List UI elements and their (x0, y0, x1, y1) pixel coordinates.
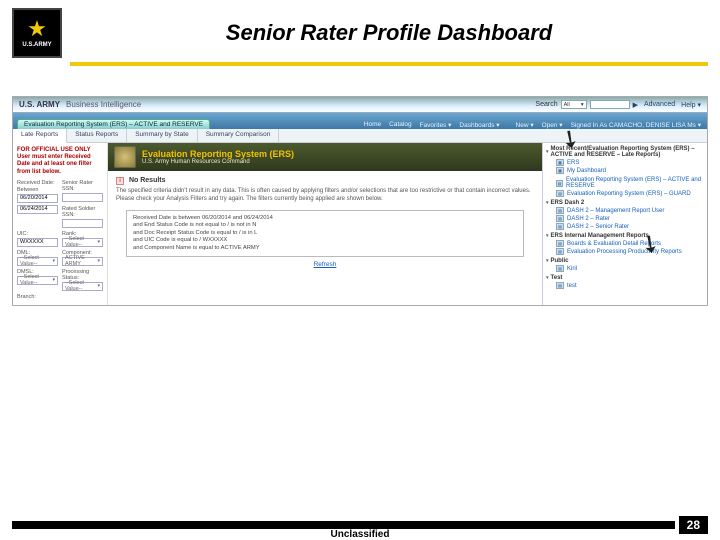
no-results: i No Results The specified criteria didn… (108, 171, 542, 274)
report-icon: ▤ (556, 282, 564, 289)
subtab-summary-state[interactable]: Summary by State (127, 129, 197, 142)
right-item-ers[interactable]: ▦ERS (546, 159, 704, 166)
dashboard-icon: ▦ (556, 167, 564, 174)
date-to[interactable] (17, 205, 58, 214)
classification: Unclassified (327, 529, 394, 540)
proc-label: Processing Status: (62, 269, 103, 281)
right-item-kiril[interactable]: ▤Kiril (546, 265, 704, 272)
ers-title: Evaluation Reporting System (ERS) (142, 149, 294, 159)
dmsl-select[interactable]: --Select Value-- (17, 276, 58, 285)
subtab-late-reports[interactable]: Late Reports (13, 129, 67, 143)
hrc-crest-icon (114, 146, 136, 168)
report-icon: ▤ (556, 180, 563, 187)
nav-open[interactable]: Open ▾ (542, 121, 563, 129)
sub-tabs: Late Reports Status Reports Summary by S… (13, 129, 707, 143)
army-logo-text: U.S.ARMY (22, 42, 51, 48)
advanced-link[interactable]: Advanced (644, 101, 675, 109)
rated-ssn-input[interactable] (62, 219, 103, 228)
title-rule (70, 62, 708, 66)
footer-bar (12, 521, 675, 529)
report-icon: ▤ (556, 265, 564, 272)
nav-dashboards[interactable]: Dashboards ▾ (459, 121, 499, 129)
branch-label: Branch: (17, 294, 103, 300)
filter-panel: FOR OFFICIAL USE ONLY User must enter Re… (13, 143, 108, 305)
search-scope[interactable]: All▾ (561, 100, 587, 109)
subtab-status-reports[interactable]: Status Reports (67, 129, 127, 142)
nav-favorites[interactable]: Favorites ▾ (420, 121, 452, 129)
bi-top-bar: U.S. ARMY Business Intelligence Search A… (13, 97, 707, 113)
search-label: Search (535, 101, 557, 108)
report-icon: ▤ (556, 240, 564, 247)
dml-select[interactable]: --Select Value-- (17, 257, 58, 266)
rated-ssn-label: Rated Soldier SSN: (62, 206, 103, 218)
filt-line: and Component Name is equal to ACTIVE AR… (133, 245, 517, 253)
nav-signedin[interactable]: Signed In As CAMACHO, DENISE LISA Ms ▾ (571, 121, 701, 129)
nav-new[interactable]: New ▾ (516, 121, 534, 129)
warning-icon: i (116, 177, 124, 185)
sr-ssn-label: Senior Rater SSN: (62, 180, 103, 192)
right-item-dash2-rater[interactable]: ▤DASH 2 – Rater (546, 215, 704, 222)
between-label: Between (17, 187, 58, 193)
right-item-mydash[interactable]: ▦My Dashboard (546, 167, 704, 174)
uic-input[interactable] (17, 238, 58, 247)
right-item-boards[interactable]: ▤Boards & Evaluation Detail Reports (546, 240, 704, 247)
right-item-productivity[interactable]: ▤Evaluation Processing Productivity Repo… (546, 248, 704, 255)
report-icon: ▤ (556, 190, 564, 197)
star-icon: ★ (27, 18, 47, 40)
bi-brand: U.S. ARMY (19, 100, 60, 109)
dash2-header[interactable]: ERS Dash 2 (546, 200, 704, 206)
filt-line: and UIC Code is equal to / WXXXXX (133, 237, 517, 245)
date-from[interactable] (17, 194, 58, 203)
no-results-title: No Results (129, 177, 166, 184)
search-go-icon[interactable]: ▶ (633, 101, 638, 109)
report-icon: ▤ (556, 207, 564, 214)
filter-hint: FOR OFFICIAL USE ONLY User must enter Re… (17, 147, 103, 176)
right-item-test[interactable]: ▤test (546, 282, 704, 289)
right-item-dash2-sr[interactable]: ▤DASH 2 – Senior Rater (546, 223, 704, 230)
page-number: 28 (679, 516, 708, 534)
center-panel: Evaluation Reporting System (ERS) U.S. A… (108, 143, 542, 305)
rank-select[interactable]: --Select Value-- (62, 238, 103, 247)
sr-ssn-input[interactable] (62, 193, 103, 202)
slide-footer: 28 Unclassified (12, 516, 708, 534)
no-results-msg: The specified criteria didn't result in … (116, 188, 534, 204)
internal-header[interactable]: ERS Internal Management Reports (546, 233, 704, 239)
slide-title: Senior Rater Profile Dashboard (70, 20, 708, 46)
filt-line: and Doc Receipt Status Code is equal to … (133, 230, 517, 238)
report-icon: ▤ (556, 223, 564, 230)
army-logo: ★ U.S.ARMY (12, 8, 62, 58)
applied-filters: Received Date is between 06/20/2014 and … (126, 210, 524, 258)
public-header[interactable]: Public (546, 258, 704, 264)
filt-line: and End Status Code is not equal to / is… (133, 222, 517, 230)
uic-label: UIC: (17, 231, 58, 237)
refresh-link[interactable]: Refresh (116, 261, 534, 268)
ers-banner: Evaluation Reporting System (ERS) U.S. A… (108, 143, 542, 171)
help-menu[interactable]: Help ▾ (681, 101, 701, 109)
right-item-ers-guard[interactable]: ▤Evaluation Reporting System (ERS) – GUA… (546, 190, 704, 197)
subtab-summary-comp[interactable]: Summary Comparison (198, 129, 280, 142)
nav-home[interactable]: Home (364, 121, 381, 129)
bi-sub: Business Intelligence (66, 100, 141, 109)
right-item-dash2-mgmt[interactable]: ▤DASH 2 – Management Report User (546, 207, 704, 214)
comp-select[interactable]: ACTIVE ARMY (62, 257, 103, 266)
proc-select[interactable]: --Select Value-- (62, 282, 103, 291)
report-icon: ▤ (556, 248, 564, 255)
tab-ers[interactable]: Evaluation Reporting System (ERS) – ACTI… (17, 119, 210, 129)
ers-sub: U.S. Army Human Resources Command (142, 159, 294, 165)
right-item-ers-ar[interactable]: ▤Evaluation Reporting System (ERS) – ACT… (546, 177, 704, 189)
nav-catalog[interactable]: Catalog (389, 121, 411, 129)
right-panel: Most Recent(Evaluation Reporting System … (542, 143, 707, 305)
search-input[interactable] (590, 100, 630, 109)
recent-header[interactable]: Most Recent(Evaluation Reporting System … (546, 146, 704, 158)
test-header[interactable]: Test (546, 275, 704, 281)
recv-date-label: Received Date: (17, 180, 58, 186)
report-icon: ▤ (556, 215, 564, 222)
primary-tab-row: Evaluation Reporting System (ERS) – ACTI… (13, 113, 707, 129)
dashboard-icon: ▦ (556, 159, 564, 166)
filt-line: Received Date is between 06/20/2014 and … (133, 215, 517, 223)
app-window: U.S. ARMY Business Intelligence Search A… (12, 96, 708, 306)
